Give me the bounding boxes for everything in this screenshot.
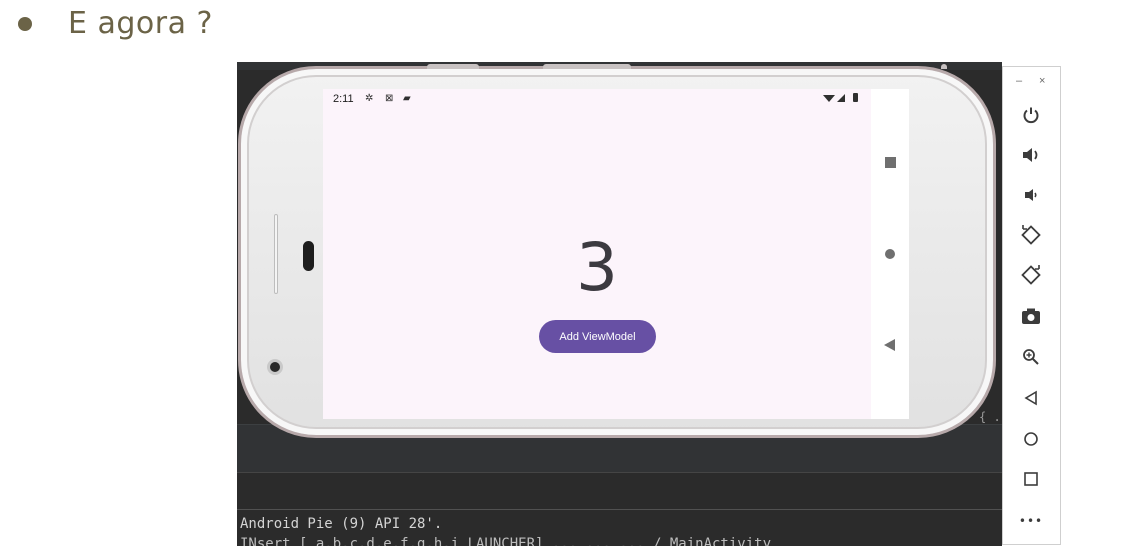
home-circle-icon[interactable] xyxy=(885,249,895,259)
slide-bullet: E agora ? xyxy=(18,6,213,41)
rotate-right-icon xyxy=(1021,265,1041,285)
wifi-icon xyxy=(823,95,835,102)
device-screen[interactable]: 2:11 ✲ ⊠ ▰ 3 Add ViewModel xyxy=(323,89,871,419)
sd-card-icon: ▰ xyxy=(403,93,411,104)
slide-heading: E agora ? xyxy=(68,6,213,41)
volume-up-icon xyxy=(1023,148,1038,162)
zoom-button[interactable] xyxy=(1017,343,1045,371)
emulator-toolbar: – × ••• xyxy=(1002,66,1061,545)
sensor-icon xyxy=(303,241,314,271)
android-nav-bar xyxy=(871,89,909,419)
signal-icon xyxy=(837,94,845,102)
back-triangle-icon[interactable] xyxy=(884,339,895,351)
battery-icon xyxy=(853,93,858,102)
rotate-right-button[interactable] xyxy=(1017,261,1045,289)
ide-divider xyxy=(237,509,1002,510)
volume-up-button[interactable] xyxy=(1017,141,1045,169)
rotate-left-icon xyxy=(1021,225,1041,245)
screenshot-button[interactable] xyxy=(1017,302,1045,330)
screenshot-camera-icon xyxy=(1022,308,1040,324)
overview-icon xyxy=(1024,472,1038,486)
home-icon xyxy=(1024,432,1038,446)
editor-brace: { . xyxy=(979,410,1001,424)
hardware-button xyxy=(941,64,947,69)
console-line: Android Pie (9) API 28'. xyxy=(240,516,443,532)
power-icon xyxy=(1023,107,1039,124)
more-icon: ••• xyxy=(1018,514,1044,528)
minimize-button[interactable]: – xyxy=(1016,75,1022,87)
overview-button[interactable] xyxy=(1017,465,1045,493)
close-button[interactable]: × xyxy=(1039,75,1045,87)
console-line: INsert [ a.b.c.d.e.f.g.h.i LAUNCHER] ...… xyxy=(240,536,772,546)
add-viewmodel-button[interactable]: Add ViewModel xyxy=(539,320,656,353)
settings-icon: ✲ xyxy=(365,93,374,104)
ide-panel-lower xyxy=(237,472,1002,510)
zoom-icon xyxy=(1023,349,1039,365)
sim-icon: ⊠ xyxy=(385,93,394,104)
back-button[interactable] xyxy=(1017,384,1045,412)
rotate-left-button[interactable] xyxy=(1017,221,1045,249)
home-button[interactable] xyxy=(1017,425,1045,453)
front-camera-icon xyxy=(267,359,283,375)
back-icon xyxy=(1024,390,1037,406)
more-button[interactable]: ••• xyxy=(1017,507,1045,535)
power-button[interactable] xyxy=(1017,101,1045,129)
toolbar-window-controls: – × xyxy=(1003,75,1060,89)
speaker-grille xyxy=(274,214,278,294)
hardware-button xyxy=(543,64,631,69)
status-bar: 2:11 ✲ ⊠ ▰ xyxy=(323,89,871,111)
hardware-button xyxy=(427,64,479,69)
bullet-dot-icon xyxy=(18,16,32,31)
volume-down-icon xyxy=(1025,189,1037,201)
recents-square-icon[interactable] xyxy=(885,157,896,168)
volume-down-button[interactable] xyxy=(1017,181,1045,209)
status-time: 2:11 xyxy=(333,93,354,105)
counter-value: 3 xyxy=(576,229,618,306)
